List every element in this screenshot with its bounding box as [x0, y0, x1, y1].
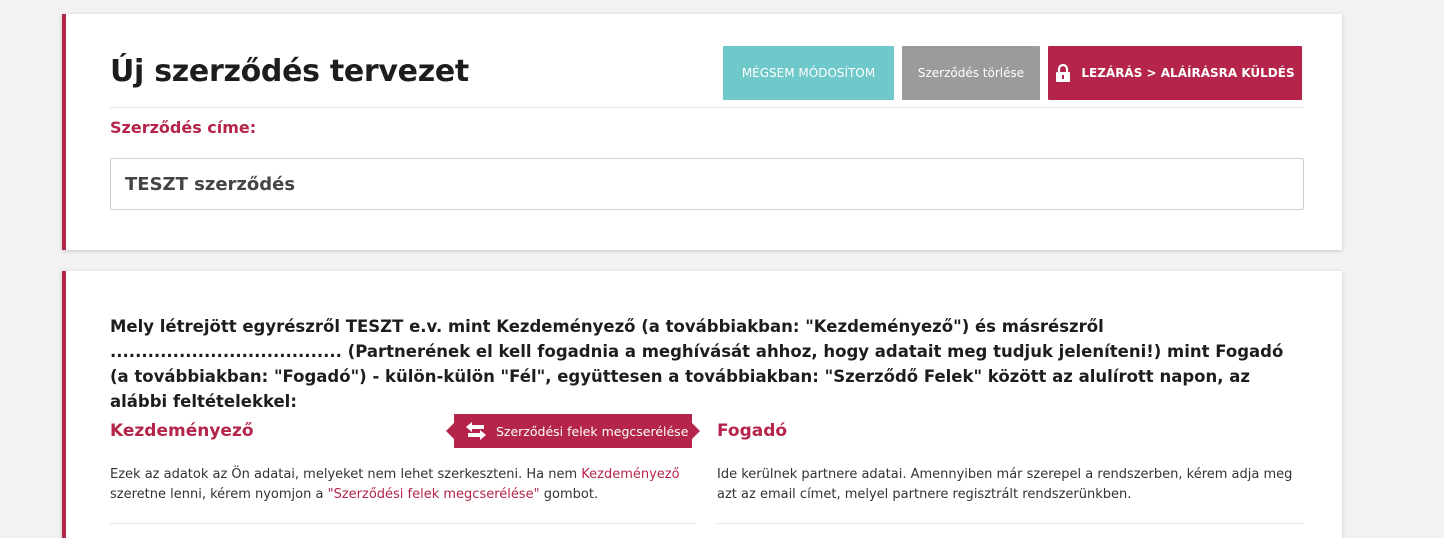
lock-and-send-label: LEZÁRÁS > ALÁÍRÁSRA KÜLDÉS: [1081, 66, 1295, 80]
swap-arrows-icon: [466, 422, 486, 440]
swap-parties-button[interactable]: Szerződési felek megcserélése: [446, 414, 700, 448]
initiator-desc-text-1: Ezek az adatok az Ön adatai, melyeket ne…: [110, 467, 582, 482]
initiator-divider: [110, 523, 696, 524]
delete-contract-button[interactable]: Szerződés törlése: [902, 46, 1040, 100]
contract-body-card: Mely létrejött egyrészről TESZT e.v. min…: [62, 271, 1342, 538]
initiator-desc-text-2: szeretne lenni, kérem nyomjon a: [110, 487, 328, 502]
receiver-title: Fogadó: [717, 421, 788, 441]
initiator-link[interactable]: Kezdeményező: [581, 467, 679, 482]
contract-intro-text: Mely létrejött egyrészről TESZT e.v. min…: [110, 317, 1284, 411]
header-divider: [110, 107, 1303, 108]
lock-and-send-button[interactable]: LEZÁRÁS > ALÁÍRÁSRA KÜLDÉS: [1048, 46, 1302, 100]
contract-title-input[interactable]: [110, 158, 1304, 210]
cancel-edit-label: MÉGSEM MÓDOSÍTOM: [741, 66, 876, 80]
initiator-desc-text-3: gombot.: [539, 487, 599, 502]
swap-parties-link[interactable]: "Szerződési felek megcserélése": [328, 487, 540, 502]
cancel-edit-button[interactable]: MÉGSEM MÓDOSÍTOM: [723, 46, 894, 100]
receiver-divider: [717, 523, 1303, 524]
initiator-title: Kezdeményező: [110, 421, 254, 441]
contract-title-label: Szerződés címe:: [110, 118, 257, 137]
receiver-description: Ide kerülnek partnere adatai. Amennyiben…: [717, 467, 1293, 502]
delete-contract-label: Szerződés törlése: [917, 66, 1025, 80]
contract-header-card: Új szerződés tervezet MÉGSEM MÓDOSÍTOM S…: [62, 14, 1342, 250]
initiator-description: Ezek az adatok az Ön adatai, melyeket ne…: [110, 465, 696, 505]
page-title: Új szerződés tervezet: [110, 54, 469, 89]
swap-parties-label: Szerződési felek megcserélése: [496, 423, 689, 439]
lock-icon: [1056, 64, 1071, 82]
